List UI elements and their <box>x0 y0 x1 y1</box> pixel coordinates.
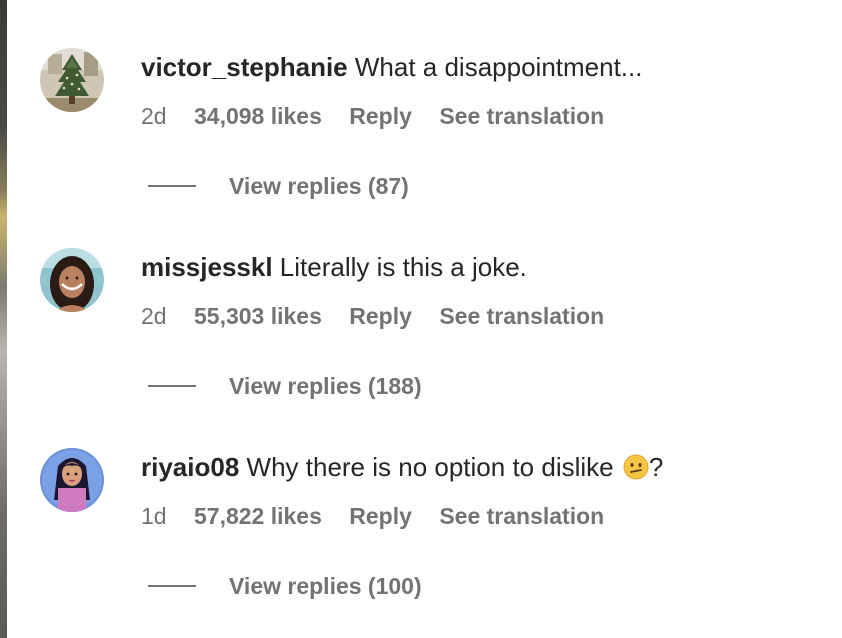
view-replies-button[interactable]: View replies (188) <box>148 371 422 401</box>
comment-meta: 1d 57,822 likes Reply See translation <box>141 501 625 531</box>
confused-face-icon <box>623 454 649 480</box>
like-count[interactable]: 34,098 likes <box>194 103 322 129</box>
reply-button[interactable]: Reply <box>349 303 412 329</box>
like-count[interactable]: 57,822 likes <box>194 503 322 529</box>
comment-item: missjesskl Literally is this a joke. 2d … <box>0 200 842 400</box>
reply-button[interactable]: Reply <box>349 103 412 129</box>
see-translation-button[interactable]: See translation <box>439 303 604 329</box>
comment-meta: 2d 34,098 likes Reply See translation <box>141 101 625 131</box>
comment-age: 1d <box>141 503 167 529</box>
comment-body: Why there is no option to dislike <box>246 452 614 482</box>
comment-body: Literally is this a joke. <box>279 252 527 282</box>
replies-divider <box>148 585 196 587</box>
view-replies-label: View replies (87) <box>229 173 409 199</box>
username-link[interactable]: riyaio08 <box>141 452 239 482</box>
comment-text-line: missjesskl Literally is this a joke. <box>141 250 527 284</box>
view-replies-label: View replies (100) <box>229 573 422 599</box>
comment-text-line: riyaio08 Why there is no option to disli… <box>141 450 663 484</box>
avatar[interactable] <box>40 48 104 112</box>
like-count[interactable]: 55,303 likes <box>194 303 322 329</box>
comment-meta: 2d 55,303 likes Reply See translation <box>141 301 625 331</box>
see-translation-button[interactable]: See translation <box>439 103 604 129</box>
comment-item: riyaio08 Why there is no option to disli… <box>0 400 842 600</box>
username-link[interactable]: victor_stephanie <box>141 52 348 82</box>
comment-body-suffix: ? <box>648 452 664 482</box>
cartoon-girl-illustration-icon <box>40 448 104 512</box>
comment-text-line: victor_stephanie What a disappointment..… <box>141 50 642 84</box>
view-replies-button[interactable]: View replies (87) <box>148 171 409 201</box>
avatar[interactable] <box>40 248 104 312</box>
comment-item: victor_stephanie What a disappointment..… <box>0 0 842 200</box>
comment-body: What a disappointment... <box>354 52 643 82</box>
replies-divider <box>148 385 196 387</box>
christmas-tree-photo-icon <box>40 48 104 112</box>
comment-age: 2d <box>141 303 167 329</box>
view-replies-label: View replies (188) <box>229 373 422 399</box>
see-translation-button[interactable]: See translation <box>439 503 604 529</box>
replies-divider <box>148 185 196 187</box>
username-link[interactable]: missjesskl <box>141 252 273 282</box>
smiling-woman-photo-icon <box>40 248 104 312</box>
reply-button[interactable]: Reply <box>349 503 412 529</box>
avatar[interactable] <box>40 448 104 512</box>
comment-age: 2d <box>141 103 167 129</box>
view-replies-button[interactable]: View replies (100) <box>148 571 422 601</box>
